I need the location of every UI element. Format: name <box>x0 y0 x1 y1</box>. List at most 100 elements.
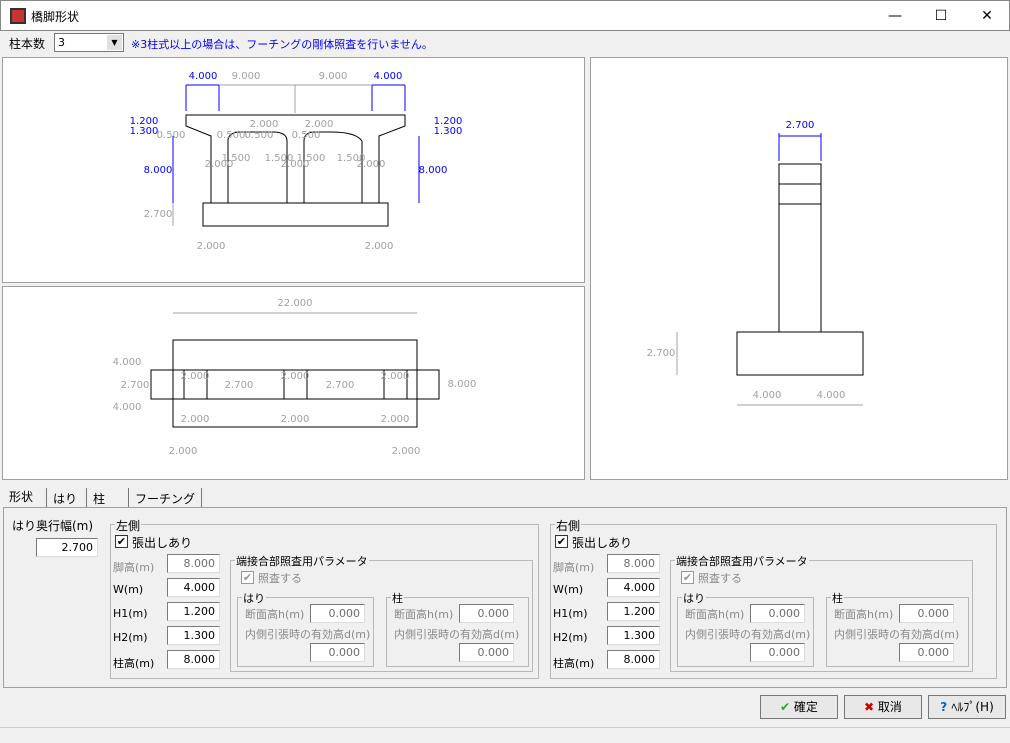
left-column-title: 柱 <box>391 590 404 606</box>
left-column-height-input[interactable]: 8.000 <box>167 650 220 669</box>
right-column-d-label: 内側引張時の有効高d(m) <box>834 628 960 641</box>
dimension-label: 4.000 <box>817 390 846 401</box>
right-pier-height-input[interactable]: 8.000 <box>607 554 660 573</box>
dimension-label: 2.700 <box>225 380 254 391</box>
ok-button[interactable]: ✔ 確定 <box>760 695 838 719</box>
dimension-label: 8.000 <box>419 165 448 176</box>
dimension-label: 4.000 <box>113 402 142 413</box>
column-count-note: ※3柱式以上の場合は、フーチングの剛体照査を行いません。 <box>131 38 433 51</box>
tab-shape[interactable]: 形状 <box>3 486 40 505</box>
footing <box>202 202 389 227</box>
maximize-button[interactable]: ☐ <box>918 1 964 31</box>
right-check-checkbox[interactable]: ✔ <box>681 571 694 584</box>
chevron-down-icon[interactable]: ▼ <box>107 35 122 50</box>
right-param-title: 端接合部照査用パラメータ <box>675 553 809 569</box>
left-column-d-label: 内側引張時の有効高d(m) <box>394 628 520 641</box>
help-label: ﾍﾙﾌﾟ(H) <box>951 700 994 714</box>
dimension-label: 2.000 <box>281 371 310 382</box>
status-bar <box>0 727 1010 743</box>
right-beam-h-input[interactable]: 0.000 <box>750 604 805 623</box>
column-count-value: 3 <box>58 36 65 49</box>
dimension-label: 0.500 <box>217 130 246 141</box>
footing-side <box>736 331 864 376</box>
right-overhang-label: 張出しあり <box>572 536 633 550</box>
dimension-label: 9.000 <box>232 71 261 82</box>
plan-view-drawing: 22.000 4.000 2.700 4.000 8.000 2.000 2.700 2.00… <box>113 298 477 457</box>
left-column-height-label: 柱高(m) <box>113 657 155 670</box>
column-count-label: 柱本数 <box>9 37 46 51</box>
front-view-drawing: 4.000 4.0001.2001.3001.2001.3008.000 8.000… <box>130 71 463 252</box>
right-column-height-label: 柱高(m) <box>553 657 595 670</box>
minimize-button[interactable]: — <box>872 1 918 31</box>
left-pier-height-input[interactable]: 8.000 <box>167 554 220 573</box>
left-column-d-input[interactable]: 0.000 <box>459 643 514 662</box>
dimension-label: 2.000 <box>169 446 198 457</box>
dimension-label: 2.700 <box>121 380 150 391</box>
right-beam-d-label: 内側引張時の有効高d(m) <box>685 628 811 641</box>
left-beam-d-input[interactable]: 0.000 <box>310 643 365 662</box>
dimension-label: 4.000 <box>753 390 782 401</box>
help-icon: ? <box>940 700 952 714</box>
left-w-input[interactable]: 4.000 <box>167 578 220 597</box>
dimension-label: 2.000 <box>205 159 234 170</box>
title-bar: 橋脚形状 — ☐ ✕ <box>0 0 1010 31</box>
close-button[interactable]: ✕ <box>964 1 1010 31</box>
left-column-h-input[interactable]: 0.000 <box>459 604 514 623</box>
left-check-label: 照査する <box>258 572 302 585</box>
right-w-label: W(m) <box>553 583 584 596</box>
help-button[interactable]: ? ﾍﾙﾌﾟ(H) <box>928 695 1006 719</box>
right-check-label: 照査する <box>698 572 742 585</box>
cancel-button[interactable]: ✖ 取消 <box>844 695 922 719</box>
dimension-label: 2.000 <box>281 414 310 425</box>
dimension-label: 2.700 <box>647 348 676 359</box>
left-overhang-label: 張出しあり <box>132 536 193 550</box>
left-check-checkbox[interactable]: ✔ <box>241 571 254 584</box>
tab-footing[interactable]: フーチング <box>128 488 203 507</box>
column-count-select[interactable]: 3 ▼ <box>54 33 124 52</box>
dimension-label: 22.000 <box>278 298 313 309</box>
right-w-input[interactable]: 4.000 <box>607 578 660 597</box>
left-w-label: W(m) <box>113 583 144 596</box>
left-side-title: 左側 <box>115 517 142 534</box>
right-column-h-input[interactable]: 0.000 <box>899 604 954 623</box>
check-icon: ✔ <box>780 700 794 714</box>
dimension-label: 4.000 <box>189 71 218 82</box>
right-pier-height-label: 脚高(m) <box>553 561 595 574</box>
right-h2-input[interactable]: 1.300 <box>607 626 660 645</box>
cancel-label: 取消 <box>877 700 902 714</box>
left-beam-h-input[interactable]: 0.000 <box>310 604 365 623</box>
dimension-label: 2.000 <box>250 119 279 130</box>
right-column-d-input[interactable]: 0.000 <box>899 643 954 662</box>
right-overhang-checkbox[interactable]: ✔ <box>555 535 568 548</box>
right-column-title: 柱 <box>831 590 844 606</box>
right-column-height-input[interactable]: 8.000 <box>607 650 660 669</box>
left-h1-input[interactable]: 1.200 <box>167 602 220 621</box>
dimension-label: 2.000 <box>181 414 210 425</box>
dimension-label: 1.300 <box>434 126 463 137</box>
dimension-label: 8.000 <box>144 165 173 176</box>
left-column-h-label: 断面高h(m) <box>394 608 454 621</box>
left-h2-label: H2(m) <box>113 631 148 644</box>
beam-depth-input[interactable]: 2.700 <box>36 538 98 557</box>
dimension-label: 2.000 <box>305 119 334 130</box>
dimension-label: 2.000 <box>197 241 226 252</box>
x-icon: ✖ <box>864 700 878 714</box>
side-view-drawing: 2.700 2.700 4.000 4.000 <box>647 120 864 406</box>
beam-depth-label: はり奥行幅(m) <box>12 519 94 533</box>
left-overhang-checkbox[interactable]: ✔ <box>115 535 128 548</box>
tab-beam[interactable]: はり <box>46 488 83 507</box>
tab-column[interactable]: 柱 <box>86 488 128 507</box>
side-view-panel: 2.700 2.700 4.000 4.000 <box>590 57 1008 480</box>
dimension-label: 4.000 <box>113 357 142 368</box>
left-h2-input[interactable]: 1.300 <box>167 626 220 645</box>
right-h1-input[interactable]: 1.200 <box>607 602 660 621</box>
left-beam-d-label: 内側引張時の有効高d(m) <box>245 628 371 641</box>
left-beam-title: はり <box>242 590 266 606</box>
dimension-label: 2.700 <box>144 209 173 220</box>
dimension-label: 9.000 <box>319 71 348 82</box>
right-beam-d-input[interactable]: 0.000 <box>750 643 805 662</box>
dimension-label: 2.000 <box>392 446 421 457</box>
window-title: 橋脚形状 <box>31 10 80 24</box>
dimension-label: 2.700 <box>326 380 355 391</box>
dimension-label: 0.500 <box>245 130 274 141</box>
